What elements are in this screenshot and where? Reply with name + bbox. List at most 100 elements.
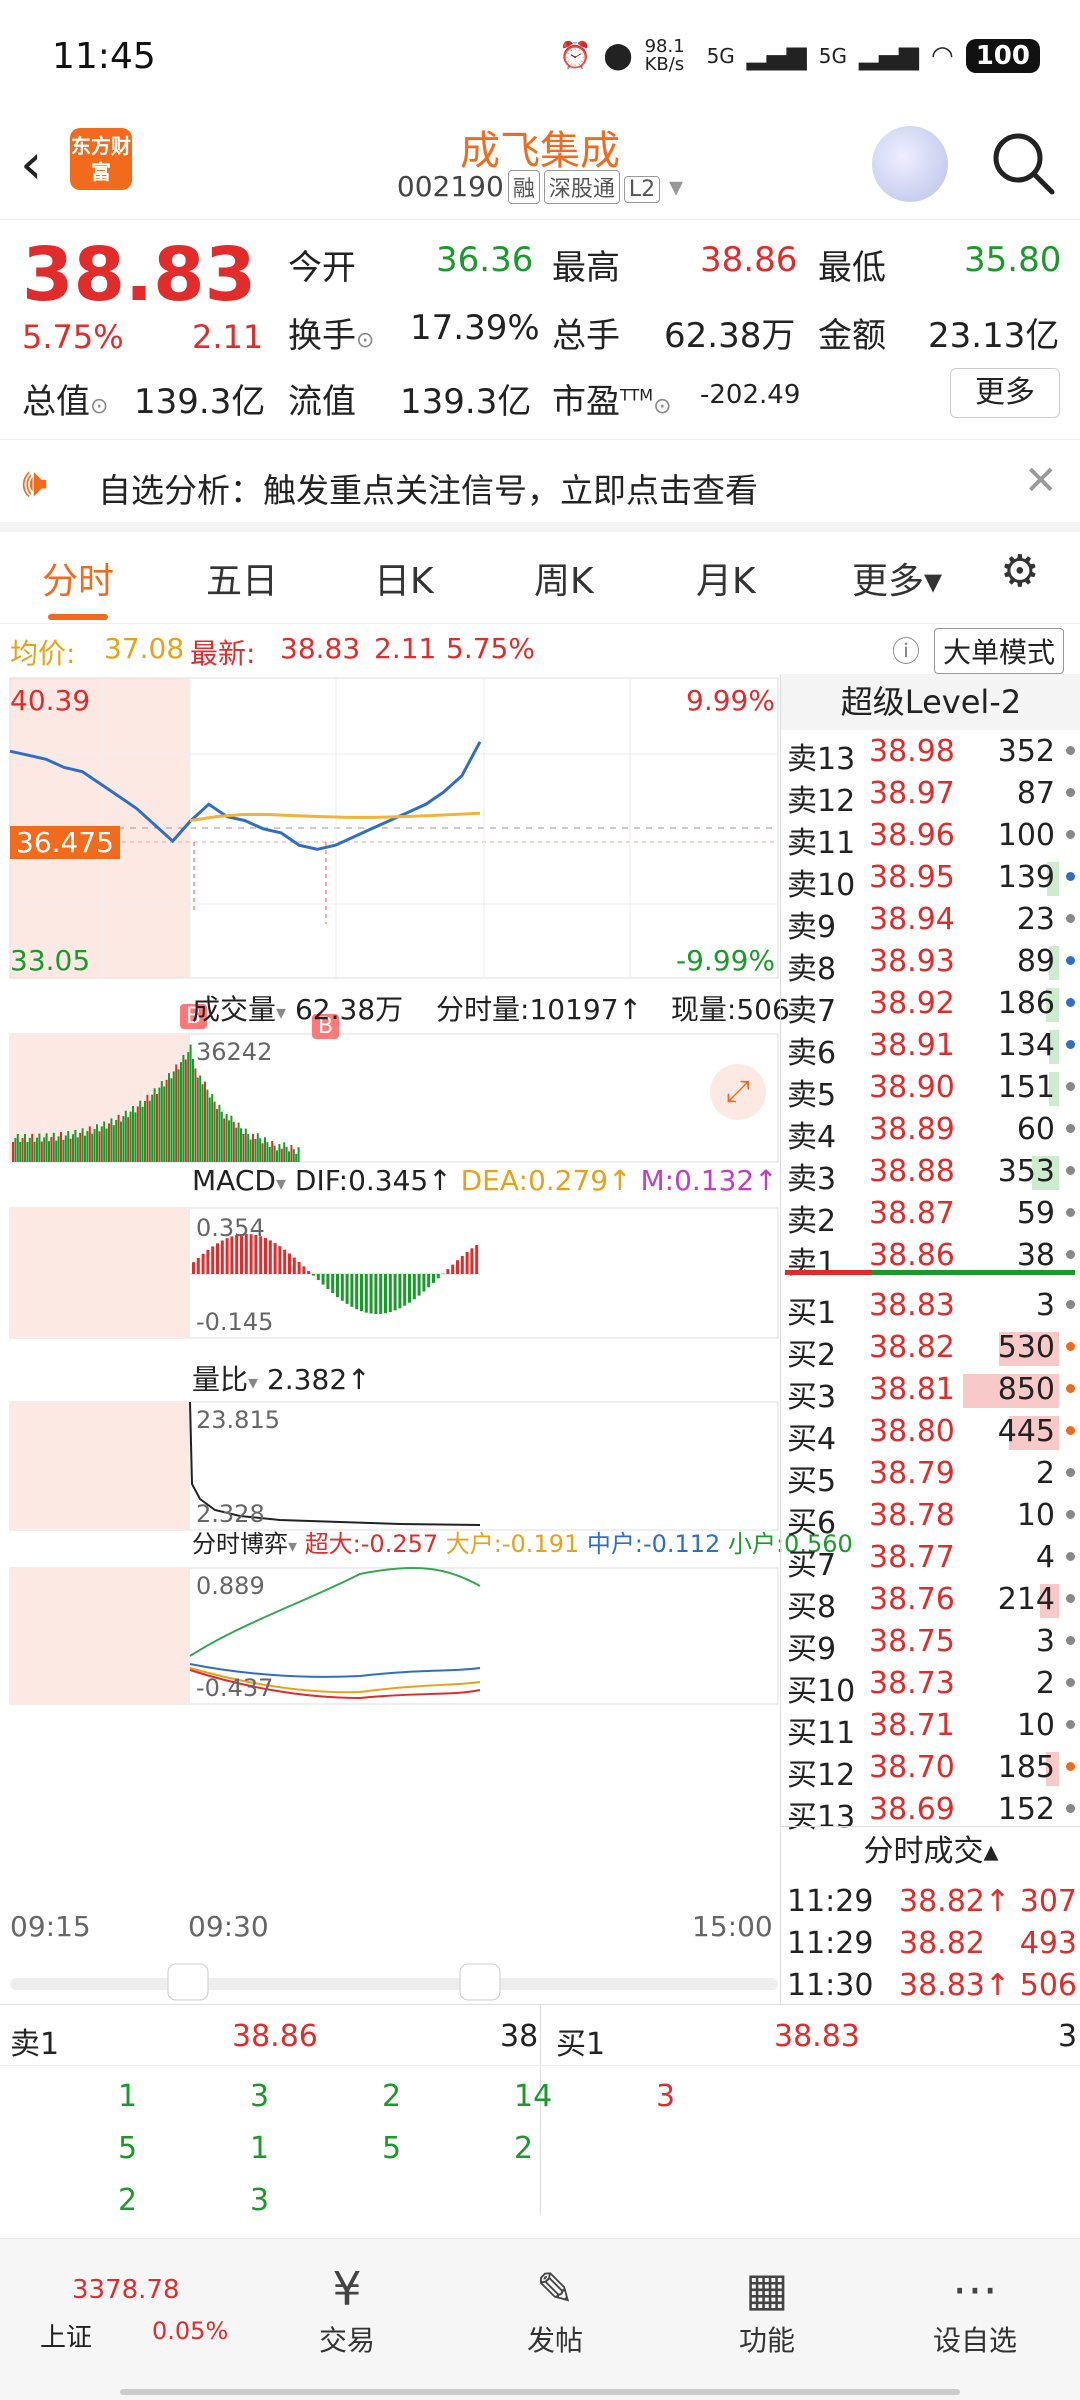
volume-bar [242, 1134, 245, 1162]
trades-title[interactable]: 分时成交▴ [781, 1826, 1080, 1876]
bid-row[interactable]: 买2 38.82 530 [781, 1326, 1080, 1373]
tab-intraday[interactable]: 分时 [42, 552, 114, 604]
volume-header[interactable]: 成交量▾ 62.38万 分时量:10197↑ 现量:506 [192, 988, 790, 1028]
open-value: 36.36 [436, 240, 534, 280]
volume-bar [124, 1110, 127, 1162]
bid-row[interactable]: 买8 38.76 214 [781, 1578, 1080, 1625]
bid-row[interactable]: 买1 38.83 3 [781, 1284, 1080, 1331]
macd-header[interactable]: MACD▾ DIF:0.345↑ DEA:0.279↑ M:0.132↑ [192, 1164, 778, 1197]
bid-row[interactable]: 买3 38.81 850 [781, 1368, 1080, 1415]
ask-row[interactable]: 卖12 38.97 87 [781, 772, 1080, 819]
order-book[interactable]: 超级Level-2 卖13 38.98 352 卖12 38.97 87 卖11 38.96 1… [780, 674, 1080, 2004]
index-ticker[interactable]: 3378.78 上证 0.05% [20, 2253, 228, 2373]
game-header[interactable]: 分时博弈▾ 超大:-0.257 大户:-0.191 中户:-0.112 小户:0… [192, 1524, 853, 1559]
notice-text[interactable]: 自选分析：触发重点关注信号，立即点击查看 [98, 464, 758, 512]
ask-row[interactable]: 卖4 38.89 60 [781, 1108, 1080, 1155]
notice-banner[interactable]: 🕪 自选分析：触发重点关注信号，立即点击查看 ✕ [0, 440, 1080, 532]
level2-title[interactable]: 超级Level-2 [781, 674, 1080, 730]
bid-row[interactable]: 买12 38.70 185 [781, 1746, 1080, 1793]
chevron-down-icon[interactable]: ▾ [669, 170, 683, 203]
bid-row[interactable]: 买6 38.78 10 [781, 1494, 1080, 1541]
macd-bar [350, 1274, 354, 1307]
ask-row[interactable]: 卖11 38.96 100 [781, 814, 1080, 861]
volume-bar [129, 1111, 132, 1162]
bid-price: 38.75 [869, 1624, 955, 1659]
high-value: 38.86 [700, 240, 798, 280]
bid-row[interactable]: 买7 38.77 4 [781, 1536, 1080, 1583]
more-button[interactable]: 更多 [950, 368, 1060, 418]
buy-queue-cell: 3 [656, 2079, 676, 2114]
ask-row[interactable]: 卖2 38.87 59 [781, 1192, 1080, 1239]
gear-icon[interactable]: ⚙ [1000, 546, 1039, 597]
volume-bar [112, 1125, 115, 1162]
low-value: 35.80 [964, 240, 1062, 280]
tab-more[interactable]: 更多▾ [852, 552, 942, 604]
chart-canvas[interactable] [0, 674, 780, 2004]
search-icon[interactable] [988, 128, 1058, 198]
bid-volume: 4 [1035, 1540, 1055, 1575]
bid-row[interactable]: 买5 38.79 2 [781, 1452, 1080, 1499]
tab-daily-k[interactable]: 日K [374, 552, 434, 604]
nav-trade-label: 交易 [318, 2324, 375, 2357]
trade-time: 11:29 [787, 1926, 874, 1961]
turnover-label[interactable]: 换手⊙ [288, 308, 374, 357]
bid-row[interactable]: 买13 38.69 152 [781, 1788, 1080, 1835]
close-icon[interactable]: ✕ [1024, 458, 1058, 504]
volume-bar [64, 1135, 67, 1162]
macd-selector[interactable]: MACD [192, 1164, 276, 1197]
bid-row[interactable]: 买10 38.73 2 [781, 1662, 1080, 1709]
bid-row[interactable]: 买4 38.80 445 [781, 1410, 1080, 1457]
ask-row[interactable]: 卖7 38.92 186 [781, 982, 1080, 1029]
macd-bar [288, 1253, 291, 1274]
tab-five-day[interactable]: 五日 [206, 552, 278, 604]
help-icon[interactable]: ⓘ [892, 630, 920, 670]
ask-row[interactable]: 卖9 38.94 23 [781, 898, 1080, 945]
ask-row[interactable]: 卖3 38.88 353 [781, 1150, 1080, 1197]
volume-bar [31, 1133, 34, 1162]
assistant-avatar[interactable] [872, 126, 948, 202]
pe-value: -202.49 [700, 380, 801, 410]
ask-row[interactable]: 卖10 38.95 139 [781, 856, 1080, 903]
volume-bar [132, 1106, 134, 1162]
nav-post[interactable]: ✎ 发帖 [480, 2259, 630, 2359]
ask-row[interactable]: 卖13 38.98 352 [781, 730, 1080, 777]
nav-functions[interactable]: ▦ 功能 [692, 2259, 842, 2359]
ask-row[interactable]: 卖8 38.93 89 [781, 940, 1080, 987]
ask-row[interactable]: 卖5 38.90 151 [781, 1066, 1080, 1113]
volume-selector[interactable]: 成交量 [192, 993, 276, 1026]
bid-row[interactable]: 买11 38.71 10 [781, 1704, 1080, 1751]
nav-add-watchlist[interactable]: ⋯ 设自选 [900, 2259, 1050, 2359]
ask-price: 38.89 [869, 1112, 955, 1147]
volume-bar [247, 1134, 250, 1162]
pe-label[interactable]: 市盈TTM⊙ [552, 374, 672, 423]
game-selector[interactable]: 分时博弈 [192, 1530, 288, 1558]
lb-selector[interactable]: 量比 [192, 1363, 248, 1396]
volume-bar [232, 1121, 235, 1162]
volume-bar [235, 1127, 238, 1162]
tab-monthly-k[interactable]: 月K [696, 552, 756, 604]
bid-row[interactable]: 买9 38.75 3 [781, 1620, 1080, 1667]
nav-trade[interactable]: ¥ 交易 [272, 2259, 422, 2359]
ask-row[interactable]: 卖6 38.91 134 [781, 1024, 1080, 1071]
ask-dot-icon [1066, 830, 1075, 839]
sell-queue-cell: 2 [514, 2131, 534, 2166]
bid-price: 38.82 [869, 1330, 955, 1365]
tab-weekly-k[interactable]: 周K [534, 552, 594, 604]
chart-info-bar: 均价: 37.08 最新: 38.83 2.11 5.75% ⓘ 大单模式 [0, 624, 1080, 674]
low-label: 最低 [818, 248, 886, 288]
trade-time: 11:30 [787, 1968, 874, 2003]
expand-icon[interactable]: ⤢ [710, 1064, 766, 1120]
volume-bar [120, 1121, 122, 1162]
volume-bar [218, 1104, 221, 1162]
volume-bar [240, 1128, 242, 1162]
big-order-mode-button[interactable]: 大单模式 [934, 628, 1065, 674]
ask-price: 38.97 [869, 776, 955, 811]
mktcap-label[interactable]: 总值⊙ [22, 374, 108, 423]
lb-header[interactable]: 量比▾ 2.382↑ [192, 1358, 371, 1398]
bid-volume: 3 [1035, 1288, 1055, 1323]
ask-price: 38.94 [869, 902, 955, 937]
volume-bar [72, 1134, 74, 1162]
ask-label: 卖1 [787, 1246, 837, 1281]
gesture-bar [120, 2389, 960, 2395]
intraday-chart[interactable]: 40.39 9.99% 33.05 -9.99% 36.475 B B 成交量▾… [0, 674, 853, 2004]
